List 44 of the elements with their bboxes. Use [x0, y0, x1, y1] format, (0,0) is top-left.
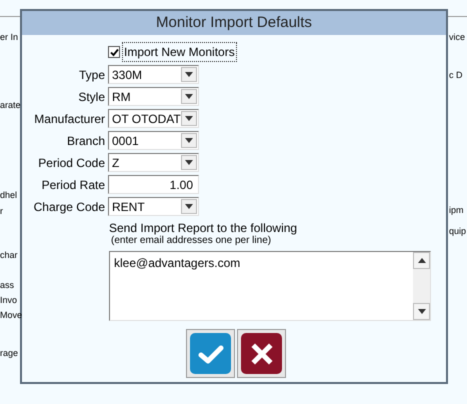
report-hint: (enter email addresses one per line) — [110, 235, 272, 247]
caret-icon — [185, 116, 193, 121]
field-label: Branch — [66, 132, 105, 150]
background-text: r — [0, 205, 3, 218]
dropdown[interactable]: OT OTODAT — [108, 109, 199, 128]
scrollbar[interactable] — [413, 252, 430, 320]
caret-icon — [185, 160, 193, 165]
caret-icon — [185, 94, 193, 99]
caret-icon — [185, 138, 193, 143]
close-icon — [250, 342, 272, 364]
ok-button[interactable] — [186, 329, 235, 378]
cancel-button[interactable] — [237, 329, 286, 378]
field-label: Period Code — [37, 154, 105, 172]
background-text: char — [0, 249, 18, 262]
dropdown[interactable]: RM — [108, 87, 199, 106]
background-text: dhel — [0, 189, 18, 202]
dropdown[interactable]: 330M — [108, 65, 199, 84]
caret-icon — [185, 204, 193, 209]
check-icon — [198, 344, 224, 364]
field-label: Manufacturer — [33, 110, 105, 128]
dropdown[interactable]: RENT — [108, 197, 199, 216]
background-text: arate — [0, 99, 21, 112]
background-text: quip — [449, 225, 466, 238]
background-text: vice — [449, 31, 466, 44]
background-text: Invo — [0, 294, 18, 307]
field-label: Charge Code — [32, 198, 105, 216]
background-text: rage — [0, 347, 18, 360]
background-text: er In — [0, 31, 18, 44]
dropdown[interactable]: 0001 — [108, 131, 199, 150]
caret-icon — [418, 309, 426, 314]
field-label: Period Rate — [40, 176, 105, 194]
field-label: Type — [78, 66, 105, 84]
check-icon — [110, 48, 118, 56]
scroll-up-icon — [418, 258, 426, 263]
dialog-title: Monitor Import Defaults — [22, 11, 446, 35]
rate-field[interactable]: 1.00 — [108, 175, 199, 194]
caret-icon — [185, 72, 193, 77]
report-label: Send Import Report to the following — [109, 221, 298, 235]
field-label: Style — [77, 88, 105, 106]
dropdown[interactable]: Z — [108, 153, 199, 172]
background-text: ass — [0, 279, 14, 292]
background-text: ipm — [449, 204, 464, 217]
email-textarea[interactable]: klee@advantagers.com — [109, 251, 431, 321]
background-text: c D — [449, 69, 462, 82]
